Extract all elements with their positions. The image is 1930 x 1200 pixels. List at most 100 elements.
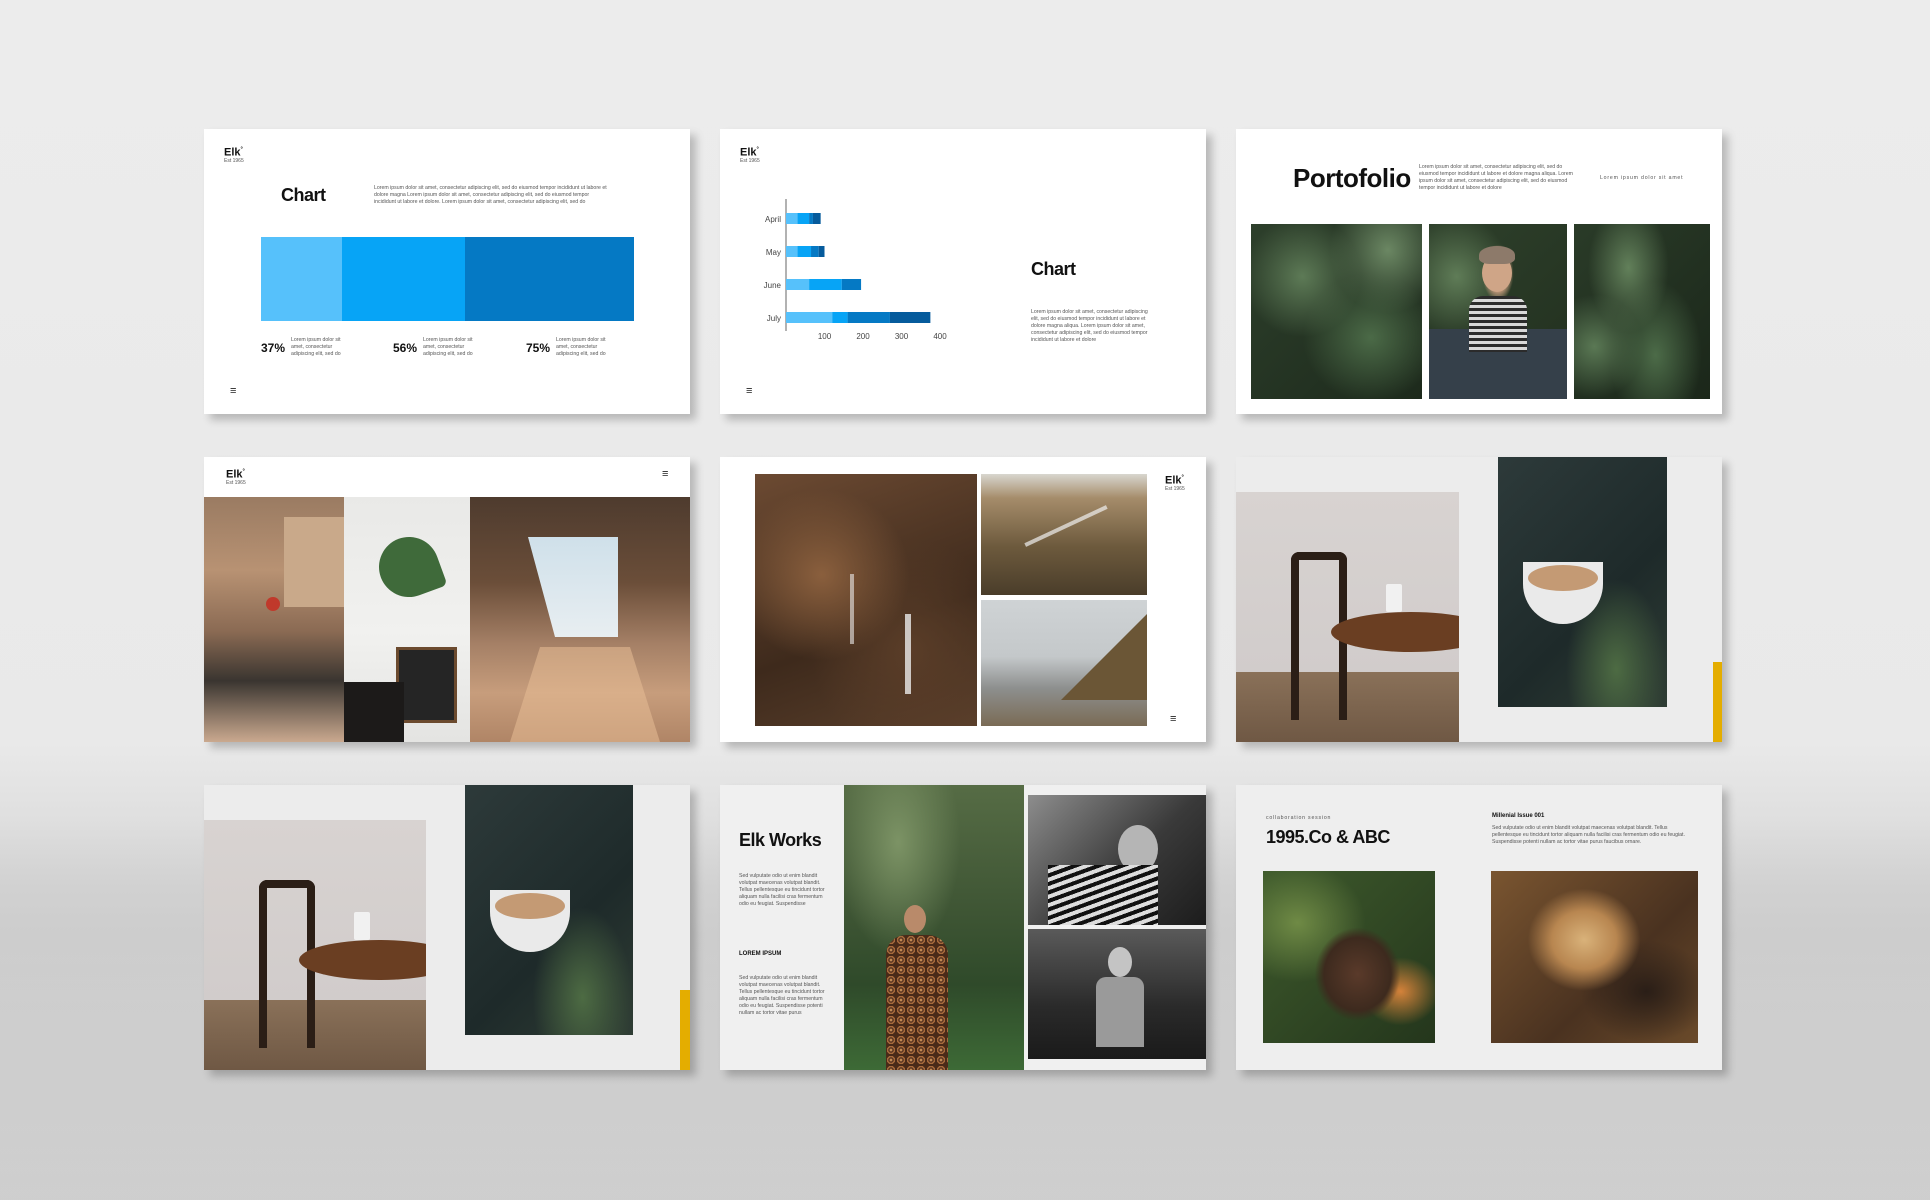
menu-icon[interactable]: ≡ [230,386,236,397]
bar-segment [841,279,862,290]
horizontal-bar-chart: AprilMayJuneJuly100200300400500 [764,199,947,341]
photo-man-bw [1028,929,1206,1059]
counter [344,682,404,742]
stat-text: Lorem ipsum dolor sit amet, consectetur … [423,337,473,357]
photo-latte-hand [1498,457,1667,707]
y-tick-label: May [766,248,781,257]
bar-segment [847,312,890,323]
latte-art [495,893,565,919]
slide-chart-summary[interactable]: Elk° Est 1965 Chart Lorem ipsum dolor si… [204,129,690,414]
stat-2: 56% Lorem ipsum dolor sit amet, consecte… [393,337,475,358]
bar-segment-3 [465,237,634,321]
brand-tagline: Est 1965 [226,479,246,486]
slide-body-text: Sed vulputate odio ut enim blandit volut… [1492,825,1685,845]
menu-icon[interactable]: ≡ [746,386,752,397]
bar-segment-1 [261,237,342,321]
cup [354,912,370,940]
slide-street-gallery[interactable]: Elk° Est 1965 ≡ [204,457,690,742]
brand-logo: Elk° Est 1965 [740,146,760,164]
photo-valley-creek [981,474,1147,595]
slide-title: Portofolio [1293,163,1411,193]
photo-couple-bw [1028,795,1206,925]
bar-segment [786,213,798,224]
photo-man-in-forest [844,785,1024,1070]
brand-tagline: Est 1965 [224,157,244,164]
menu-icon[interactable]: ≡ [662,469,668,480]
bar-segment [797,246,812,257]
slide-title: Chart [1031,259,1076,279]
waterfall-stream [905,614,911,694]
photo-woman-sunlight [1491,871,1698,1043]
slide-coffee-1[interactable] [1236,457,1722,742]
accent-bar [680,990,690,1070]
sky-opening [528,537,618,637]
brand-logo: Elk° Est 1965 [224,146,244,164]
brand-tagline: Est 1965 [740,157,760,164]
photo-street-corner [204,497,344,742]
photo-woman-smiling [1429,224,1567,399]
x-tick-label: 200 [856,332,870,341]
sunlit-floor [510,647,660,742]
bar-segment [797,213,810,224]
slide-body-text: Lorem ipsum dolor sit amet, consectetur … [1419,164,1573,191]
bar-segment [812,213,821,224]
striped-shirt [1469,296,1527,352]
bar-segment [832,312,848,323]
y-tick-label: June [764,281,782,290]
x-tick-label: 400 [933,332,947,341]
slide-portfolio[interactable]: Portofolio Lorem ipsum dolor sit amet, c… [1236,129,1722,414]
stat-text: Lorem ipsum dolor sit amet, consectetur … [291,337,341,357]
body-text-2: Sed vulputate odio ut enim blandit volut… [739,975,825,1016]
photo-leaves-left [1251,224,1422,399]
slide-body-text: Lorem ipsum dolor sit amet, consectetur … [1031,309,1148,343]
stat-value: 56% [393,340,418,355]
bar-segment [786,279,810,290]
photo-waterfall-cliffs [755,474,977,726]
photo-chair-table [204,820,426,1070]
slide-coffee-2[interactable] [204,785,690,1070]
person-head [1108,947,1132,977]
stat-value: 75% [526,340,551,355]
bar-segment [786,312,833,323]
brand-tagline: Est 1965 [1165,485,1185,492]
slide-collaboration[interactable]: collaboration session 1995.Co & ABC Mill… [1236,785,1722,1070]
photo-leaves-right [1574,224,1710,399]
brand-logo: Elk° Est 1965 [1165,474,1185,492]
bar-segment [809,279,842,290]
photo-plant-menu [344,497,474,742]
slide-landscape-gallery[interactable]: Elk° Est 1965 ≡ [720,457,1206,742]
stat-1: 37% Lorem ipsum dolor sit amet, consecte… [261,337,343,358]
bar-segment [811,246,819,257]
sign-red [266,597,280,611]
patterned-shirt [886,935,948,1070]
photo-coastal-road [981,600,1147,726]
slide-title: Chart [281,185,326,205]
stacked-bar [261,237,634,321]
stat-3: 75% Lorem ipsum dolor sit amet, consecte… [526,337,608,358]
slide-title: 1995.Co & ABC [1266,827,1390,847]
latte-art [1528,565,1598,591]
slide-body-text: Lorem ipsum dolor sit amet, consectetur … [374,185,607,205]
bar-segment [818,246,825,257]
cup [1386,584,1402,612]
photo-chair-table [1236,492,1459,742]
body-text-1: Sed vulputate odio ut enim blandit volut… [739,873,825,907]
brand-logo: Elk° Est 1965 [226,468,246,486]
menu-board [396,647,457,723]
photo-alley-sunlight [470,497,690,742]
slide-tag: Lorem ipsum dolor sit amet [1600,175,1684,181]
bar-segment [786,246,798,257]
person-head [904,905,926,933]
slide-title: Elk Works [739,830,822,850]
photo-face-leaves [1263,871,1435,1043]
x-tick-label: 300 [895,332,909,341]
slide-elk-works[interactable]: Elk Works Sed vulputate odio ut enim bla… [720,785,1206,1070]
round-table [299,940,426,980]
hillside [1061,610,1147,700]
kicker: collaboration session [1266,815,1332,821]
menu-icon[interactable]: ≡ [1170,714,1176,725]
x-tick-label: 100 [818,332,832,341]
subhead: LOREM IPSUM [739,951,782,957]
slide-bar-chart[interactable]: Elk° Est 1965 April May June July 100 200 300 4… [720,129,1206,414]
waterfall-stream-2 [850,574,854,644]
